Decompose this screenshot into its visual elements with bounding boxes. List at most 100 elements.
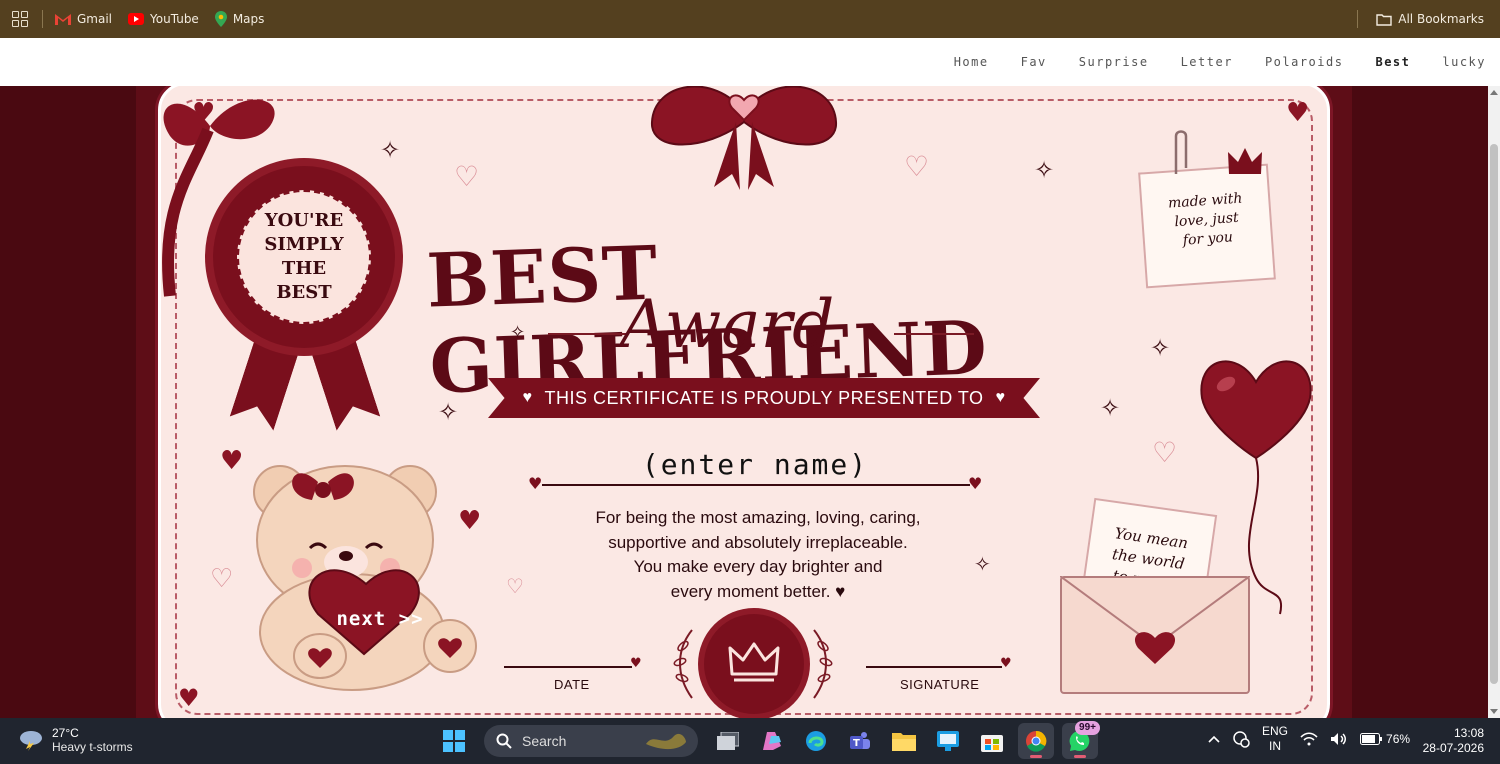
sparkle-icon: ✧ xyxy=(1100,394,1121,422)
bookmark-maps[interactable]: Maps xyxy=(214,11,265,27)
folder-icon xyxy=(892,733,916,751)
scroll-down-icon[interactable] xyxy=(1490,709,1498,714)
rosette-line: THE xyxy=(281,258,327,279)
chrome-button[interactable] xyxy=(1018,723,1054,759)
lang-line: IN xyxy=(1269,739,1281,753)
maps-icon xyxy=(214,11,227,27)
all-bookmarks-button[interactable]: All Bookmarks xyxy=(1376,12,1484,26)
storm-cloud-icon xyxy=(20,731,42,751)
best-rosette-badge: YOU'RE SIMPLY THE BEST xyxy=(213,166,395,348)
system-tray: ENG IN 76% xyxy=(1208,724,1410,754)
whatsapp-button[interactable]: 99+ xyxy=(1062,721,1100,759)
task-view-icon xyxy=(717,732,739,750)
weather-widget[interactable]: 27°C Heavy t-storms xyxy=(18,726,133,754)
search-label: Search xyxy=(522,733,567,749)
remote-desktop-button[interactable] xyxy=(930,723,966,759)
windows-icon xyxy=(443,730,465,752)
battery-percent: 76% xyxy=(1386,732,1411,746)
message-line: For being the most amazing, loving, cari… xyxy=(595,508,921,527)
site-nav: Home Fav Surprise Letter Polaroids Best … xyxy=(0,38,1500,86)
language-indicator[interactable]: ENG IN xyxy=(1262,724,1288,754)
teams-button[interactable]: T xyxy=(842,723,878,759)
bookmark-gmail[interactable]: Gmail xyxy=(55,12,112,26)
clock-time: 13:08 xyxy=(1453,726,1484,740)
svg-text:T: T xyxy=(853,738,860,749)
clock-date: 28-07-2026 xyxy=(1422,741,1484,755)
start-button[interactable] xyxy=(436,723,472,759)
taskbar-search[interactable]: Search xyxy=(484,725,698,757)
notification-badge: 99+ xyxy=(1075,721,1100,735)
file-explorer-button[interactable] xyxy=(886,723,922,759)
heart-icon: ♡ xyxy=(210,564,234,594)
nav-letter[interactable]: Letter xyxy=(1181,55,1233,69)
sparkle-icon: ✧ xyxy=(380,136,401,164)
heart-icon: ♥ xyxy=(458,506,482,536)
bookmarks-separator xyxy=(1357,10,1359,28)
edge-button[interactable] xyxy=(798,723,834,759)
rosette-line: BEST xyxy=(276,282,332,303)
windows-taskbar: 27°C Heavy t-storms Search T 99+ ENG IN … xyxy=(0,718,1500,764)
wax-seal xyxy=(704,614,804,714)
scroll-up-icon[interactable] xyxy=(1490,90,1498,95)
laurel-right-icon xyxy=(813,629,833,699)
nav-lucky[interactable]: lucky xyxy=(1442,55,1486,69)
recipient-name-input[interactable] xyxy=(555,444,955,484)
rosette-line: YOU'RE xyxy=(264,210,344,231)
heart-icon: ♡ xyxy=(506,574,524,598)
battery-icon[interactable] xyxy=(1360,733,1383,745)
page-scrollbar[interactable] xyxy=(1488,86,1500,718)
message-line: every moment better. ♥ xyxy=(670,581,846,601)
award-rule-left xyxy=(548,333,628,335)
weather-condition: Heavy t-storms xyxy=(52,740,133,754)
store-button[interactable] xyxy=(974,723,1010,759)
chevron-up-icon[interactable] xyxy=(1208,735,1220,743)
bookmarks-bar: Gmail YouTube Maps All Bookmarks xyxy=(0,0,1500,38)
certificate-message: For being the most amazing, loving, cari… xyxy=(558,506,958,604)
bookmarks-separator xyxy=(42,10,43,28)
nav-polaroids[interactable]: Polaroids xyxy=(1265,55,1344,69)
taskbar-apps: Search T 99+ xyxy=(436,721,1100,759)
wifi-icon[interactable] xyxy=(1300,732,1318,746)
banner-text: THIS CERTIFICATE IS PROUDLY PRESENTED TO xyxy=(544,387,984,408)
date-line xyxy=(504,666,632,668)
bookmark-youtube[interactable]: YouTube xyxy=(128,12,199,26)
teams-icon: T xyxy=(850,732,870,749)
crown-icon xyxy=(728,642,780,682)
volume-icon[interactable] xyxy=(1330,732,1348,746)
name-underline xyxy=(542,484,970,486)
task-view-button[interactable] xyxy=(710,723,746,759)
love-note-card: made with love, just for you xyxy=(1138,163,1276,289)
heart-icon: ♡ xyxy=(1152,436,1178,469)
nav-home[interactable]: Home xyxy=(954,55,989,69)
heart-icon: ♡ xyxy=(454,160,480,193)
nav-best[interactable]: Best xyxy=(1375,55,1410,69)
bookmark-label: Maps xyxy=(232,12,265,26)
sparkle-icon: ✧ xyxy=(1034,156,1055,184)
edge-icon xyxy=(806,731,826,751)
apps-grid-icon[interactable] xyxy=(12,11,28,27)
scroll-thumb[interactable] xyxy=(1490,144,1498,684)
heart-icon: ♥ xyxy=(1000,656,1012,671)
lang-line: ENG xyxy=(1262,724,1289,738)
heart-icon: ♥ xyxy=(192,98,216,128)
monitor-icon xyxy=(937,731,959,751)
rosette-text: YOU'RE SIMPLY THE BEST xyxy=(237,190,371,324)
copilot-button[interactable] xyxy=(754,723,790,759)
store-icon xyxy=(981,735,1003,752)
heart-icon: ♥ xyxy=(528,474,543,493)
weather-temp: 27°C xyxy=(52,726,79,740)
next-button[interactable]: next >> xyxy=(318,574,442,664)
location-icon[interactable] xyxy=(1232,730,1250,748)
clock[interactable]: 13:08 28-07-2026 xyxy=(1423,726,1484,756)
nav-fav[interactable]: Fav xyxy=(1021,55,1047,69)
signature-label: SIGNATURE xyxy=(900,677,980,692)
date-label: DATE xyxy=(554,677,590,692)
heart-icon: ♥ xyxy=(968,474,983,493)
search-highlight-icon xyxy=(646,733,686,750)
heart-icon: ♥ xyxy=(178,684,200,712)
rosette-line: SIMPLY xyxy=(264,234,344,255)
chrome-icon xyxy=(1026,730,1047,752)
message-line: You make every day brighter and xyxy=(633,557,883,576)
sparkle-icon: ✧ xyxy=(438,398,459,426)
nav-surprise[interactable]: Surprise xyxy=(1079,55,1149,69)
